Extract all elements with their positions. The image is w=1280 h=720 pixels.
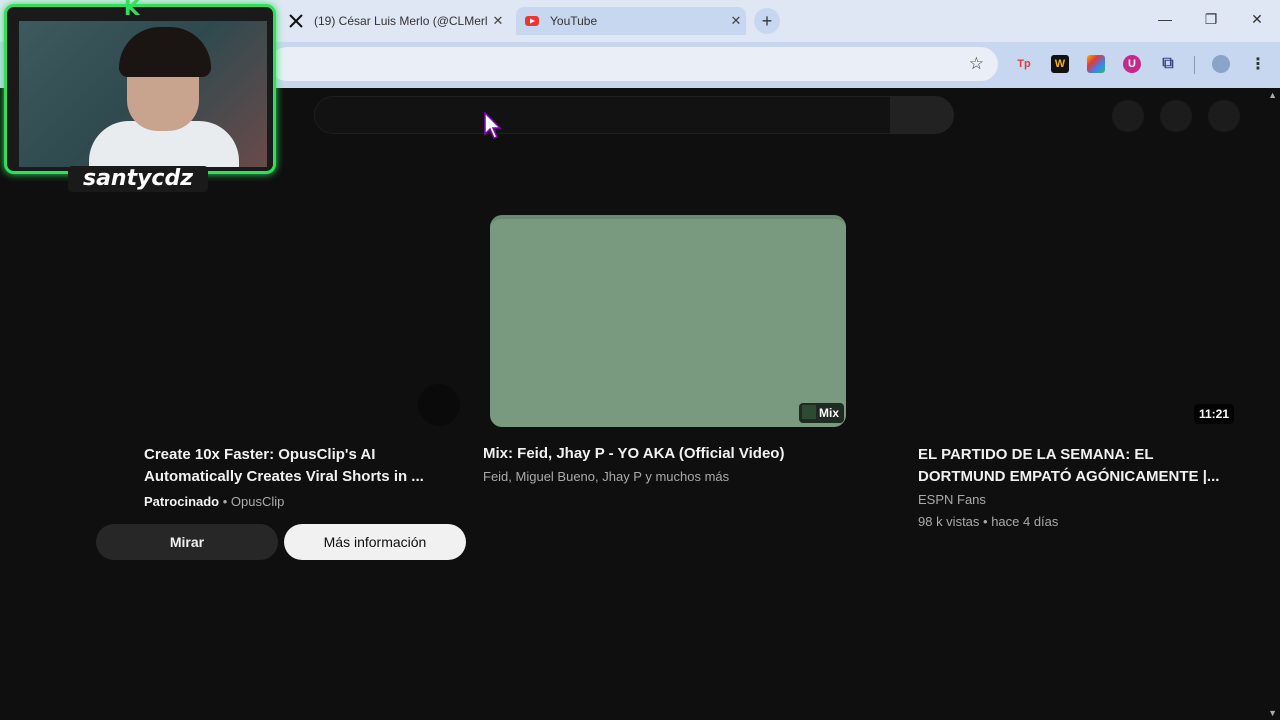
ad-channel-avatar[interactable] (418, 384, 460, 426)
stream-logo: K (124, 0, 140, 20)
mouse-cursor-icon (484, 112, 502, 139)
tab-title: (19) César Luis Merlo (@CLMerlo (314, 14, 488, 28)
menu-dots-icon[interactable]: ⋮ (1249, 55, 1267, 73)
tab-x[interactable]: (19) César Luis Merlo (@CLMerlo ✕ (282, 7, 508, 35)
espn-channel[interactable]: ESPN Fans (918, 489, 986, 511)
notifications-icon[interactable] (1160, 100, 1192, 132)
more-info-button[interactable]: Más información (284, 524, 466, 560)
youtube-icon (524, 13, 540, 29)
espn-stats: 98 k vistas • hace 4 días (918, 514, 1059, 529)
screen: (19) César Luis Merlo (@CLMerlo ✕ YouTub… (0, 0, 1280, 720)
profile-avatar[interactable] (1212, 55, 1230, 73)
streamer-name: santycdz (68, 166, 208, 192)
extension-tp-icon[interactable]: Tp (1015, 55, 1033, 73)
address-bar[interactable]: ☆ (270, 47, 998, 81)
streamer-hair (119, 27, 211, 77)
close-tab-icon[interactable]: ✕ (726, 13, 746, 29)
espn-title-line2[interactable]: DORTMUND EMPATÓ AGÓNICAMENTE |... (918, 466, 1219, 488)
mix-thumbnail[interactable]: Mix (490, 215, 846, 427)
tab-title: YouTube (550, 14, 598, 28)
mix-badge: Mix (798, 403, 844, 423)
extension-w-icon[interactable]: W (1051, 55, 1069, 73)
scroll-up-arrow[interactable]: ▲ (1268, 90, 1277, 100)
extension-u-icon[interactable]: U (1123, 55, 1141, 73)
ad-meta: Patrocinado • OpusClip (144, 494, 285, 509)
extensions-puzzle-icon[interactable]: ⧉ (1159, 55, 1177, 73)
close-window-button[interactable]: ✕ (1247, 11, 1267, 28)
webcam-frame (4, 4, 276, 174)
toolbar-divider (1194, 56, 1195, 74)
extension-color-icon[interactable] (1087, 55, 1105, 73)
sponsored-label: Patrocinado (144, 494, 220, 509)
restore-button[interactable]: ❐ (1201, 11, 1221, 28)
tab-youtube[interactable]: YouTube ✕ (516, 7, 746, 35)
watch-button[interactable]: Mirar (96, 524, 278, 560)
mix-title[interactable]: Mix: Feid, Jhay P - YO AKA (Official Vid… (483, 443, 784, 465)
x-icon (288, 13, 304, 29)
espn-title-line1[interactable]: EL PARTIDO DE LA SEMANA: EL (918, 444, 1154, 466)
advertiser-name[interactable]: OpusClip (231, 494, 284, 509)
scroll-down-arrow[interactable]: ▼ (1268, 708, 1277, 718)
mix-meta: Feid, Miguel Bueno, Jhay P y muchos más (483, 469, 730, 484)
search-button[interactable] (890, 96, 954, 134)
account-avatar[interactable] (1208, 100, 1240, 132)
bookmark-star-icon[interactable]: ☆ (969, 54, 984, 74)
search-input[interactable] (314, 96, 892, 134)
webcam-overlay: K santycdz (0, 0, 278, 192)
minimize-button[interactable]: — (1155, 11, 1175, 27)
create-icon[interactable] (1112, 100, 1144, 132)
duration-badge: 11:21 (1194, 404, 1235, 424)
new-tab-button[interactable]: + (754, 8, 780, 34)
close-tab-icon[interactable]: ✕ (488, 13, 508, 29)
webcam-video (19, 21, 267, 167)
ad-title[interactable]: Create 10x Faster: OpusClip's AI Automat… (144, 444, 444, 488)
